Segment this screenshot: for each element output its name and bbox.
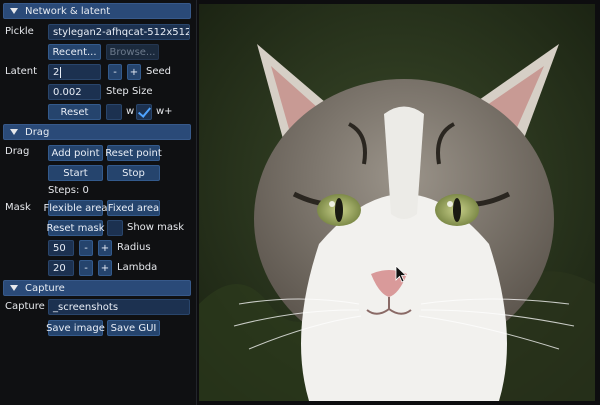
lambda-label: Lambda xyxy=(117,262,158,273)
seed-label: Seed xyxy=(146,66,171,77)
lambda-plus-button[interactable]: + xyxy=(98,260,112,276)
stop-button[interactable]: Stop xyxy=(107,165,160,181)
pickle-label: Pickle xyxy=(5,26,34,37)
steps-counter: Steps: 0 xyxy=(48,185,89,196)
flexible-area-button[interactable]: Flexible area xyxy=(44,200,107,216)
image-viewport[interactable] xyxy=(199,4,595,401)
triangle-down-icon xyxy=(10,285,18,291)
pickle-input[interactable]: stylegan2-afhqcat-512x512.pkl xyxy=(48,24,190,40)
reset-mask-button[interactable]: Reset mask xyxy=(47,220,105,236)
radius-minus-button[interactable]: - xyxy=(79,240,93,256)
lambda-input[interactable]: 20 xyxy=(48,260,74,276)
step-size-label: Step Size xyxy=(106,86,153,97)
start-button[interactable]: Start xyxy=(48,165,103,181)
browse-button[interactable]: Browse... xyxy=(106,44,159,60)
save-image-button[interactable]: Save image xyxy=(46,320,105,336)
section-title: Network & latent xyxy=(25,5,111,17)
wplus-label: w+ xyxy=(156,106,173,117)
wplus-checkbox[interactable] xyxy=(136,104,152,120)
triangle-down-icon xyxy=(10,8,18,14)
radius-plus-button[interactable]: + xyxy=(98,240,112,256)
drag-label: Drag xyxy=(5,146,30,157)
w-checkbox[interactable] xyxy=(106,104,122,120)
capture-label: Capture xyxy=(5,301,45,312)
control-panel: Network & latent Pickle stylegan2-afhqca… xyxy=(0,0,197,405)
section-header-capture[interactable]: Capture xyxy=(3,280,191,296)
lambda-minus-button[interactable]: - xyxy=(79,260,93,276)
section-title: Capture xyxy=(25,282,65,294)
text-caret xyxy=(60,66,62,78)
seed-minus-button[interactable]: - xyxy=(108,64,122,80)
mask-label: Mask xyxy=(5,202,31,213)
add-point-button[interactable]: Add point xyxy=(48,145,103,161)
recent-button[interactable]: Recent... xyxy=(48,44,101,60)
save-gui-button[interactable]: Save GUI xyxy=(107,320,160,336)
seed-input[interactable]: 2 xyxy=(48,64,101,80)
generated-cat-image xyxy=(199,4,595,401)
latent-label: Latent xyxy=(5,66,38,77)
reset-point-button[interactable]: Reset point xyxy=(105,145,162,161)
section-header-network[interactable]: Network & latent xyxy=(3,3,191,19)
show-mask-checkbox[interactable] xyxy=(107,220,123,236)
fixed-area-button[interactable]: Fixed area xyxy=(107,200,160,216)
show-mask-label: Show mask xyxy=(127,222,185,233)
radius-input[interactable]: 50 xyxy=(48,240,74,256)
screenshot-path-input[interactable]: _screenshots xyxy=(48,299,190,315)
reset-latent-button[interactable]: Reset xyxy=(48,104,101,120)
w-label: w xyxy=(126,106,135,117)
seed-value: 2 xyxy=(53,66,60,78)
seed-plus-button[interactable]: + xyxy=(127,64,141,80)
radius-label: Radius xyxy=(117,242,151,253)
section-title: Drag xyxy=(25,126,50,138)
section-header-drag[interactable]: Drag xyxy=(3,124,191,140)
triangle-down-icon xyxy=(10,129,18,135)
step-size-input[interactable]: 0.002 xyxy=(48,84,101,100)
